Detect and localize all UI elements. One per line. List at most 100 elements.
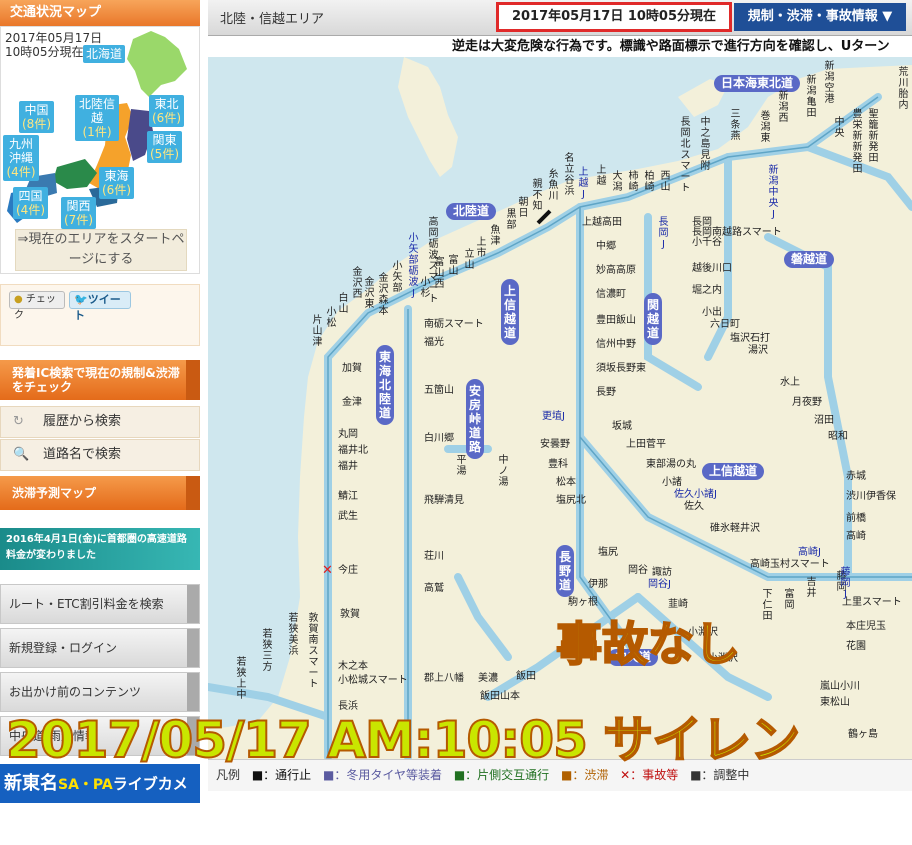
jct-label[interactable]: 長岡J: [658, 217, 669, 250]
city-label[interactable]: 高岡砺波スマート: [428, 217, 439, 305]
city-label[interactable]: 伊那: [588, 579, 608, 590]
city-label[interactable]: 片山津: [312, 315, 323, 348]
city-label[interactable]: 新潟亀田: [806, 75, 817, 119]
city-label[interactable]: 飯田: [516, 671, 536, 682]
city-label[interactable]: 今庄: [338, 565, 358, 576]
city-label[interactable]: 西山: [660, 171, 671, 193]
city-label[interactable]: 丸岡: [338, 429, 358, 440]
city-label[interactable]: 福光: [424, 337, 444, 348]
city-label[interactable]: 福井: [338, 461, 358, 472]
region-kansai[interactable]: 関西 (7件): [61, 197, 96, 229]
city-label[interactable]: 信州中野: [596, 339, 636, 350]
city-label[interactable]: 新潟西: [778, 91, 789, 124]
region-kanto[interactable]: 関東 (5件): [147, 131, 182, 163]
city-label[interactable]: 小松城スマート: [338, 675, 408, 686]
city-label[interactable]: 白川郷: [424, 433, 454, 444]
jct-label[interactable]: 高崎J: [798, 547, 821, 558]
city-label[interactable]: 塩尻北: [556, 495, 586, 506]
city-label[interactable]: 金沢森本: [378, 273, 389, 317]
city-label[interactable]: 岡谷: [628, 565, 648, 576]
city-label[interactable]: 南砺スマート: [424, 319, 484, 330]
jct-label[interactable]: 藤岡J: [840, 567, 851, 600]
city-label[interactable]: 湯沢: [748, 345, 768, 356]
city-label[interactable]: 新潟空港: [824, 61, 835, 105]
city-label[interactable]: 上越: [596, 165, 607, 187]
city-label[interactable]: 三条燕: [730, 109, 741, 142]
city-label[interactable]: 白山: [338, 293, 349, 315]
city-label[interactable]: 巻潟東: [760, 111, 771, 144]
city-label[interactable]: 鶴ヶ島: [848, 729, 878, 740]
city-label[interactable]: 朝日: [518, 197, 529, 219]
city-label[interactable]: 高崎玉村スマート: [750, 559, 830, 570]
city-label[interactable]: 妙高高原: [596, 265, 636, 276]
city-label[interactable]: 金津: [342, 397, 362, 408]
city-label[interactable]: 中郷: [596, 241, 616, 252]
history-search-button[interactable]: ↻ 履歴から検索: [0, 406, 200, 438]
city-label[interactable]: 東部湯の丸: [646, 459, 696, 470]
city-label[interactable]: 堀之内: [692, 285, 722, 296]
city-label[interactable]: 小千谷: [692, 237, 722, 248]
region-kyushu-okinawa[interactable]: 九州沖縄 (4件): [3, 135, 39, 181]
city-label[interactable]: 富山: [448, 255, 459, 277]
city-label[interactable]: 荘川: [424, 551, 444, 562]
city-label[interactable]: 月夜野: [792, 397, 822, 408]
city-label[interactable]: 吉井: [806, 577, 817, 599]
tokai-hokuriku-expressway-label[interactable]: 東海北陸道: [376, 345, 394, 425]
city-label[interactable]: 本庄児玉: [846, 621, 886, 632]
city-label[interactable]: 金沢東: [364, 277, 375, 310]
city-label[interactable]: 小矢部: [392, 261, 403, 294]
city-label[interactable]: 鯖江: [338, 491, 358, 502]
city-label[interactable]: 黒部: [506, 209, 517, 231]
city-label[interactable]: 小松: [326, 307, 337, 329]
city-label[interactable]: 赤城: [846, 471, 866, 482]
city-label[interactable]: 塩沢石打: [730, 333, 770, 344]
register-login-button[interactable]: 新規登録・ログイン: [0, 628, 200, 668]
set-start-page-link[interactable]: ⇒現在のエリアをスタートページにする: [15, 229, 187, 271]
nihonkai-tohoku-expressway-label[interactable]: 日本海東北道: [714, 75, 801, 92]
toll-change-banner[interactable]: 2016年4月1日(金)に首都圏の高速道路料金が変わりました: [0, 528, 200, 570]
city-label[interactable]: 須坂長野東: [596, 363, 646, 374]
city-label[interactable]: 渋川伊香保: [846, 491, 896, 502]
city-label[interactable]: 六日町: [710, 319, 740, 330]
city-label[interactable]: 花園: [846, 641, 866, 652]
jct-label[interactable]: 佐久小諸J: [674, 489, 717, 500]
city-label[interactable]: 中ノ湯: [498, 455, 509, 488]
bandai-expressway-label[interactable]: 磐越道: [784, 251, 835, 268]
city-label[interactable]: 聖籠新発田: [868, 109, 879, 164]
city-label[interactable]: 長野: [596, 387, 616, 398]
city-label[interactable]: 上市: [476, 237, 487, 259]
jct-label[interactable]: 小矢部砺波J: [408, 233, 419, 299]
city-label[interactable]: 敦賀: [340, 609, 360, 620]
jam-forecast-button[interactable]: 渋滞予測マップ: [0, 476, 200, 510]
city-label[interactable]: 武生: [338, 511, 358, 522]
jct-label[interactable]: 上越J: [578, 167, 589, 200]
tweet-button[interactable]: 🐦ツイート: [69, 291, 131, 322]
city-label[interactable]: 高崎: [846, 531, 866, 542]
city-label[interactable]: 飛騨清見: [424, 495, 464, 506]
city-label[interactable]: 前橋: [846, 513, 866, 524]
city-label[interactable]: 塩尻: [598, 547, 618, 558]
jct-label[interactable]: 新潟中央J: [768, 165, 779, 220]
city-label[interactable]: 佐久: [684, 501, 704, 512]
nagano-expressway-label[interactable]: 長野道: [556, 545, 574, 597]
city-label[interactable]: 加賀: [342, 363, 362, 374]
city-label[interactable]: 荒川胎内: [898, 67, 909, 111]
city-label[interactable]: 若狭三方: [262, 629, 273, 673]
city-label[interactable]: 豊科: [548, 459, 568, 470]
abo-toge-road-label[interactable]: 安房峠道路: [466, 379, 484, 459]
accident-marker[interactable]: ✕: [322, 563, 333, 578]
city-label[interactable]: 敦賀南スマート: [308, 613, 319, 690]
city-label[interactable]: 水上: [780, 377, 800, 388]
city-label[interactable]: 木之本: [338, 661, 368, 672]
city-label[interactable]: 大潟: [612, 171, 623, 193]
mixi-check-button[interactable]: ● チェック: [9, 291, 65, 321]
city-label[interactable]: 立山: [464, 249, 475, 271]
jct-label[interactable]: 岡谷J: [648, 579, 671, 590]
city-label[interactable]: 福井北: [338, 445, 368, 456]
joshinetsu-expressway-vertical-label[interactable]: 上信越道: [501, 279, 519, 345]
kanetsu-expressway-label[interactable]: 関越道: [644, 293, 662, 345]
city-label[interactable]: 若狭美浜: [288, 613, 299, 657]
city-label[interactable]: 諏訪: [652, 567, 672, 578]
city-label[interactable]: 碓氷軽井沢: [710, 523, 760, 534]
city-label[interactable]: 下仁田: [762, 589, 773, 622]
